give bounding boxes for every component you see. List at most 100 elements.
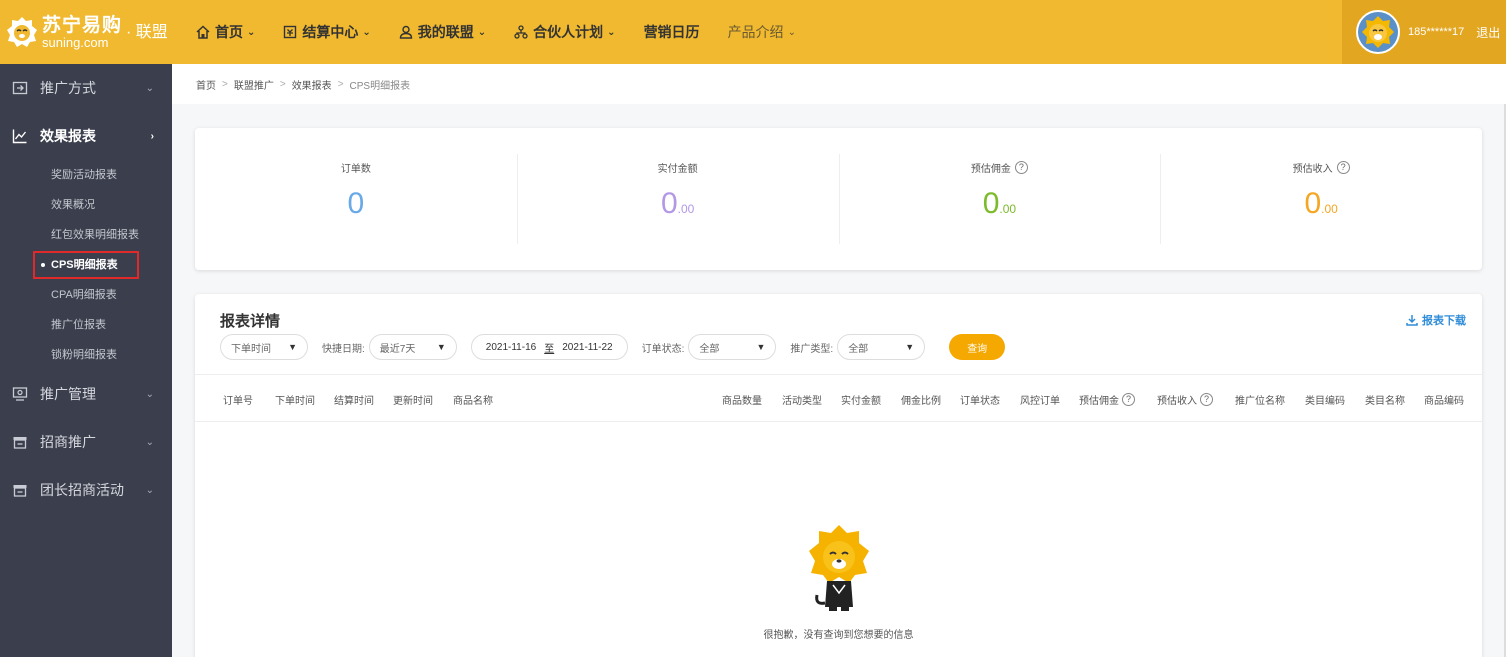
monitor-icon bbox=[12, 387, 28, 401]
logout-link[interactable]: 退出 bbox=[1476, 24, 1500, 41]
chevron-down-icon: ⌄ bbox=[477, 26, 487, 38]
stat-estimated-income: 预估收入? 0.00 bbox=[1160, 154, 1482, 244]
sidebar-item-label: 团长招商活动 bbox=[40, 482, 124, 498]
sidebar-subitem-fan-lock-report[interactable]: 锁粉明细报表 bbox=[0, 340, 172, 370]
sidebar-item-label: 效果报表 bbox=[40, 128, 96, 144]
col-est-income: 预估收入? bbox=[1157, 392, 1213, 407]
breadcrumb-effect-report[interactable]: 效果报表 bbox=[292, 77, 332, 92]
sidebar-item-leader-activity[interactable]: 团长招商活动 ⌄ bbox=[0, 466, 172, 514]
download-icon bbox=[1406, 315, 1418, 326]
select-value: 下单时间 bbox=[231, 343, 271, 355]
promotion-type-label: 推广类型: bbox=[790, 343, 834, 355]
breadcrumb: 首页 > 联盟推广 > 效果报表 > CPS明细报表 bbox=[172, 64, 1506, 104]
breadcrumb-home[interactable]: 首页 bbox=[196, 77, 216, 92]
sidebar-item-promotion-management[interactable]: 推广管理 ⌄ bbox=[0, 370, 172, 418]
sidebar-item-effect-report[interactable]: 效果报表 › bbox=[0, 112, 172, 160]
breadcrumb-alliance[interactable]: 联盟推广 bbox=[234, 77, 274, 92]
help-icon[interactable]: ? bbox=[1014, 161, 1028, 174]
sidebar-subitem-cps-report[interactable]: CPS明细报表 bbox=[0, 250, 172, 280]
nav-home-label: 首页 bbox=[215, 24, 243, 40]
col-update-time: 更新时间 bbox=[393, 396, 433, 407]
chevron-down-icon: ⌄ bbox=[145, 484, 154, 496]
breadcrumb-separator: > bbox=[279, 78, 286, 90]
download-report-button[interactable]: 报表下载 bbox=[1406, 312, 1466, 328]
caret-down-icon: ▼ bbox=[905, 342, 915, 352]
sidebar-item-promotion-method[interactable]: 推广方式 ⌄ bbox=[0, 64, 172, 112]
chevron-right-icon: › bbox=[150, 130, 154, 142]
main-nav: 首页 ⌄ 结算中心 ⌄ 我的联盟 ⌄ 合伙人计划 ⌄ 营销日历 产品介绍 ⌄ bbox=[196, 0, 824, 64]
col-est-commission: 预估佣金? bbox=[1079, 392, 1135, 407]
col-quantity: 商品数量 bbox=[722, 396, 762, 407]
col-order-status: 订单状态 bbox=[960, 396, 1000, 407]
brand-sub: · 联盟 bbox=[126, 24, 168, 41]
nav-settlement[interactable]: 结算中心 ⌄ bbox=[283, 22, 371, 42]
col-settle-time: 结算时间 bbox=[334, 396, 374, 407]
chart-line-icon bbox=[12, 129, 27, 144]
chevron-down-icon: ⌄ bbox=[362, 26, 371, 38]
date-range-separator: 至 bbox=[544, 343, 555, 355]
query-button[interactable]: 查询 bbox=[949, 334, 1006, 360]
brand-name-cn: 苏宁易购 bbox=[42, 14, 123, 36]
chevron-down-icon: ⌄ bbox=[607, 26, 616, 38]
partner-icon bbox=[514, 25, 528, 39]
help-icon[interactable]: ? bbox=[1336, 161, 1350, 174]
caret-down-icon: ▼ bbox=[436, 342, 446, 352]
nav-my-alliance[interactable]: 我的联盟 ⌄ bbox=[399, 22, 486, 42]
stat-label: 实付金额 bbox=[657, 164, 698, 175]
report-title: 报表详情 bbox=[220, 313, 281, 330]
sidebar-item-label: 招商推广 bbox=[40, 434, 96, 450]
promotion-type-select[interactable]: 全部 ▼ bbox=[837, 334, 926, 360]
stat-value: 0 bbox=[347, 187, 365, 220]
sidebar-subitem-position-report[interactable]: 推广位报表 bbox=[0, 310, 172, 340]
report-card: 报表详情 报表下载 下单时间 ▼ 快捷日期: 最近7天 ▼ 2021-11-16… bbox=[195, 294, 1482, 657]
date-from[interactable]: 2021-11-16 bbox=[486, 342, 536, 353]
order-status-select[interactable]: 全部 ▼ bbox=[688, 334, 777, 360]
col-order-id: 订单号 bbox=[223, 396, 253, 407]
stat-label: 预估收入 bbox=[1292, 164, 1333, 175]
lion-mascot-icon bbox=[808, 525, 869, 611]
stat-order-count: 订单数 0 bbox=[195, 154, 517, 244]
nav-marketing-calendar[interactable]: 营销日历 bbox=[644, 22, 700, 42]
nav-product-intro[interactable]: 产品介绍 ⌄ bbox=[728, 22, 796, 42]
col-product-name: 商品名称 bbox=[453, 396, 493, 407]
chevron-down-icon: ⌄ bbox=[145, 436, 154, 448]
store-icon bbox=[13, 485, 27, 497]
sidebar-subitem-cpa-report[interactable]: CPA明细报表 bbox=[0, 280, 172, 310]
download-label: 报表下载 bbox=[1422, 315, 1466, 327]
chevron-down-icon: ⌄ bbox=[247, 26, 256, 38]
nav-home[interactable]: 首页 ⌄ bbox=[196, 22, 255, 42]
store-icon bbox=[13, 437, 27, 449]
col-category-code: 类目编码 bbox=[1305, 396, 1345, 407]
brand-logo[interactable]: 苏宁易购 suning.com · 联盟 bbox=[0, 0, 172, 64]
sidebar-submenu: 奖励活动报表 效果概况 红包效果明细报表 CPS明细报表 CPA明细报表 推广位… bbox=[0, 160, 172, 370]
nav-settlement-label: 结算中心 bbox=[302, 24, 359, 40]
date-range-picker[interactable]: 2021-11-16 至 2021-11-22 bbox=[470, 334, 628, 360]
stat-value: 0.00 bbox=[660, 187, 695, 220]
sidebar-item-merchant-promotion[interactable]: 招商推广 ⌄ bbox=[0, 418, 172, 466]
suning-lion-icon bbox=[7, 17, 37, 47]
breadcrumb-separator: > bbox=[337, 78, 344, 90]
brand-name: 苏宁易购 suning.com bbox=[42, 16, 122, 49]
date-to[interactable]: 2021-11-22 bbox=[562, 342, 612, 353]
time-type-select[interactable]: 下单时间 ▼ bbox=[220, 334, 308, 360]
nav-partner-plan[interactable]: 合伙人计划 ⌄ bbox=[514, 22, 616, 42]
sidebar: 推广方式 ⌄ 效果报表 › 奖励活动报表 效果概况 红包效果明细报表 CPS明细… bbox=[0, 64, 172, 657]
selection-highlight bbox=[33, 251, 139, 279]
select-value: 最近7天 bbox=[379, 343, 416, 355]
empty-state: 很抱歉，没有查询到您想要的信息 bbox=[195, 519, 1482, 641]
stat-label: 订单数 bbox=[340, 164, 371, 175]
caret-down-icon: ▼ bbox=[756, 342, 766, 352]
sidebar-subitem-redpacket-report[interactable]: 红包效果明细报表 bbox=[0, 220, 172, 250]
sidebar-subitem-reward-report[interactable]: 奖励活动报表 bbox=[0, 160, 172, 190]
avatar[interactable] bbox=[1356, 10, 1400, 54]
select-value: 全部 bbox=[848, 343, 869, 355]
col-risk-order: 风控订单 bbox=[1020, 396, 1060, 407]
chevron-down-icon: ⌄ bbox=[145, 388, 154, 400]
help-icon[interactable]: ? bbox=[1200, 393, 1213, 406]
quick-date-select[interactable]: 最近7天 ▼ bbox=[368, 334, 457, 360]
help-icon[interactable]: ? bbox=[1122, 393, 1135, 406]
col-activity-type: 活动类型 bbox=[782, 396, 822, 407]
col-paid-amount: 实付金额 bbox=[841, 396, 881, 407]
sidebar-subitem-effect-overview[interactable]: 效果概况 bbox=[0, 190, 172, 220]
sidebar-item-label: 推广管理 bbox=[40, 386, 96, 402]
